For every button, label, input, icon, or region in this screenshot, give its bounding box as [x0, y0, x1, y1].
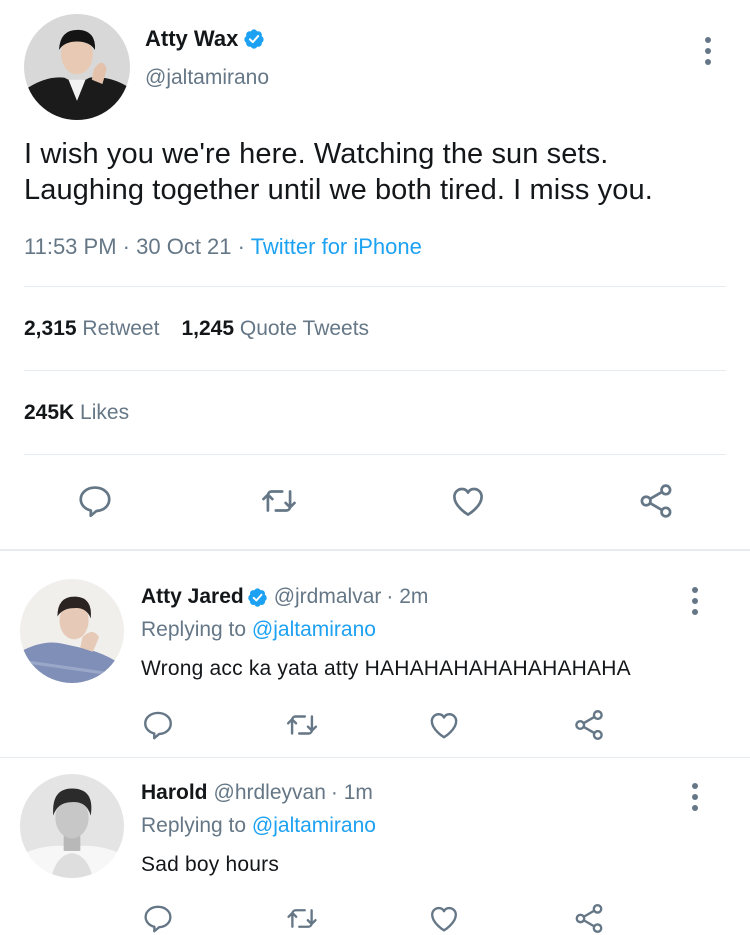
more-options-icon[interactable] — [691, 783, 699, 811]
tweet-meta: 11:53 PM · 30 Oct 21 · Twitter for iPhon… — [24, 234, 422, 260]
replying-prefix: Replying to — [141, 618, 247, 641]
more-options-icon[interactable] — [704, 37, 712, 65]
divider — [24, 370, 726, 371]
verified-badge-icon — [247, 587, 268, 608]
author-avatar[interactable] — [24, 14, 130, 120]
reply-icon[interactable] — [141, 708, 175, 742]
reply-tweet[interactable]: Atty Jared @jrdmalvar · 2m Replying to @… — [0, 551, 750, 757]
retweets-label: Retweet — [82, 317, 160, 340]
reply-author-name[interactable]: Atty Jared — [141, 585, 244, 609]
tweet-source-link[interactable]: Twitter for iPhone — [251, 234, 422, 259]
tweet-text: I wish you we're here. Watching the sun … — [24, 138, 653, 206]
retweets-stat[interactable]: 2,315 Retweet — [24, 317, 159, 341]
meta-separator: · — [122, 234, 130, 259]
reply-handle[interactable]: @hrdleyvan — [214, 781, 326, 805]
reply-avatar[interactable] — [20, 579, 124, 683]
replying-to-link[interactable]: @jaltamirano — [252, 618, 376, 641]
replying-to: Replying to @jaltamirano — [141, 814, 376, 838]
reply-text: Sad boy hours — [141, 853, 280, 876]
likes-label: Likes — [80, 401, 130, 424]
likes-count: 245K — [24, 401, 75, 424]
share-icon[interactable] — [572, 902, 606, 935]
reply-time: · 2m — [386, 585, 429, 608]
like-icon[interactable] — [427, 708, 461, 742]
likes-stat[interactable]: 245K Likes — [24, 401, 129, 425]
profile-photo-icon — [20, 774, 124, 878]
divider — [24, 454, 726, 455]
reply-author-name[interactable]: Harold — [141, 781, 208, 805]
reply-icon[interactable] — [141, 902, 175, 935]
profile-photo-icon — [24, 14, 130, 120]
tweet-time: 11:53 PM — [24, 234, 117, 259]
profile-photo-icon — [20, 579, 124, 683]
share-icon[interactable] — [572, 708, 606, 742]
reply-author-row[interactable]: Harold @hrdleyvan · 1m — [141, 781, 373, 805]
quote-tweets-stat[interactable]: 1,245 Quote Tweets — [181, 317, 369, 341]
retweets-count: 2,315 — [24, 317, 77, 340]
replying-to: Replying to @jaltamirano — [141, 618, 376, 642]
retweet-icon[interactable] — [284, 902, 320, 935]
reply-avatar[interactable] — [20, 774, 124, 878]
like-icon[interactable] — [427, 902, 461, 935]
retweet-icon[interactable] — [284, 708, 320, 742]
author-name-row[interactable]: Atty Wax — [145, 26, 265, 52]
quotes-count: 1,245 — [181, 317, 235, 340]
retweet-icon[interactable] — [259, 482, 299, 520]
likes-stats: 245K Likes — [24, 401, 129, 425]
reply-text: Wrong acc ka yata atty HAHAHAHAHAHAHAHAH… — [141, 657, 631, 680]
main-tweet: Atty Wax @jaltamirano I wish you we're h… — [0, 0, 750, 551]
reply-icon[interactable] — [76, 482, 114, 520]
tweet-date: 30 Oct 21 — [136, 234, 232, 259]
reply-handle[interactable]: @jrdmalvar — [274, 585, 382, 609]
more-options-icon[interactable] — [691, 587, 699, 615]
author-handle[interactable]: @jaltamirano — [145, 66, 269, 90]
like-icon[interactable] — [449, 482, 487, 520]
replying-to-link[interactable]: @jaltamirano — [252, 814, 376, 837]
meta-separator: · — [237, 234, 245, 259]
engagement-stats: 2,315 Retweet 1,245 Quote Tweets — [24, 317, 369, 341]
divider — [24, 286, 726, 287]
reply-time: · 1m — [330, 781, 373, 804]
reply-author-row[interactable]: Atty Jared @jrdmalvar · 2m — [141, 585, 428, 609]
verified-badge-icon — [243, 28, 265, 50]
author-name[interactable]: Atty Wax — [145, 26, 238, 52]
quotes-label: Quote Tweets — [239, 317, 370, 340]
reply-tweet[interactable]: Harold @hrdleyvan · 1m Replying to @jalt… — [0, 758, 750, 935]
replying-prefix: Replying to — [141, 814, 247, 837]
share-icon[interactable] — [637, 482, 675, 520]
